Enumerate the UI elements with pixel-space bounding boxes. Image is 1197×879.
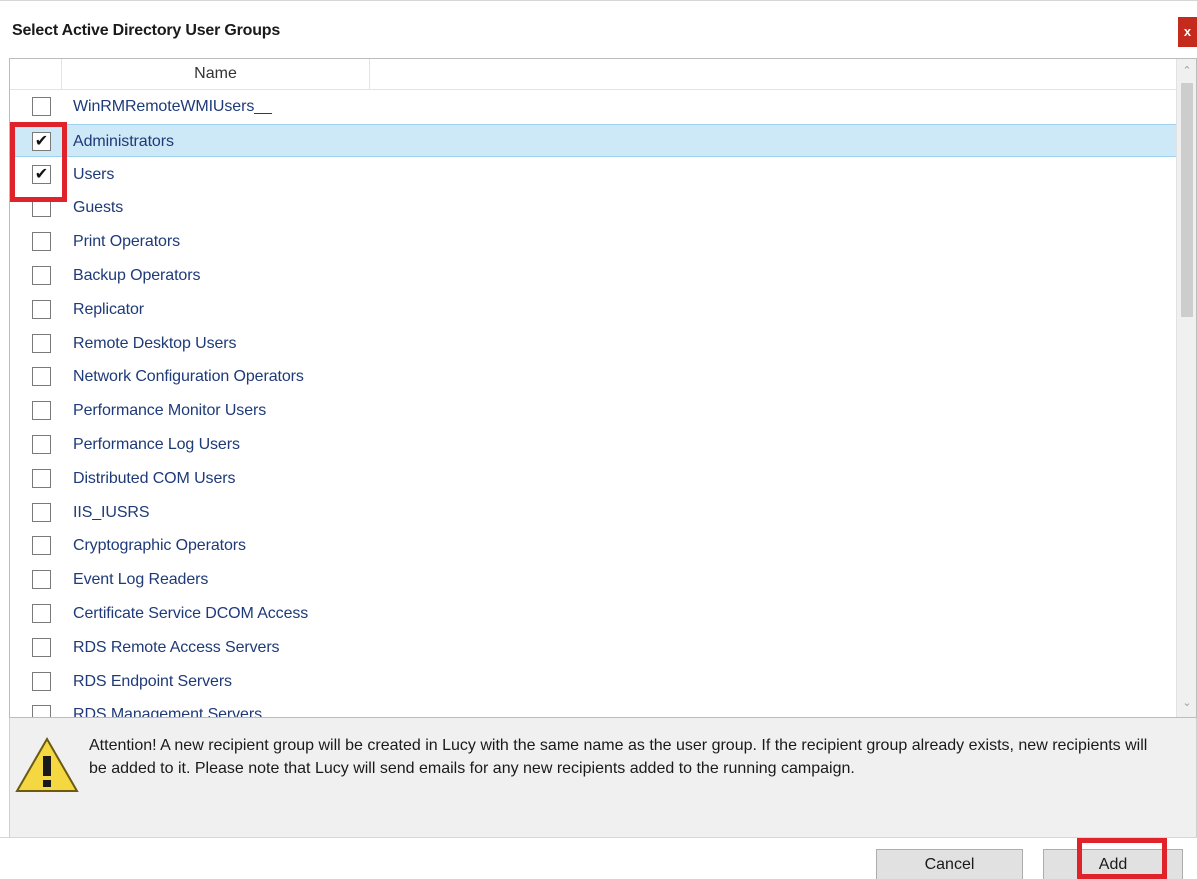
notice-text: Attention! A new recipient group will be…	[89, 737, 1148, 777]
checkbox[interactable]	[32, 570, 51, 590]
group-row[interactable]: Remote Desktop Users	[10, 327, 1176, 360]
checkbox[interactable]	[32, 468, 51, 488]
checkbox[interactable]	[32, 367, 51, 387]
group-row[interactable]: Distributed COM Users	[10, 462, 1176, 495]
group-name-label: Performance Monitor Users	[73, 402, 267, 420]
attention-notice: Attention! A new recipient group will be…	[9, 718, 1197, 837]
grid-header: Name	[10, 59, 1176, 90]
vertical-scrollbar[interactable]: ⌃ ⌄	[1176, 59, 1196, 717]
close-button[interactable]: x	[1178, 17, 1197, 47]
checkbox-checked[interactable]: ✔	[32, 131, 51, 151]
scroll-up-arrow-icon[interactable]: ⌃	[1177, 63, 1196, 79]
scroll-down-arrow-icon[interactable]: ⌄	[1177, 695, 1196, 711]
group-rows: WinRMRemoteWMIUsers__ ✔ Administrators ✔ Use…	[10, 90, 1176, 718]
group-row[interactable]: RDS Remote Access Servers	[10, 631, 1176, 664]
checkbox-column-header[interactable]	[10, 59, 62, 89]
group-row[interactable]: ✔ Administrators	[10, 123, 1176, 157]
name-column-header[interactable]: Name	[62, 59, 370, 89]
group-row[interactable]: Print Operators	[10, 225, 1176, 258]
title-bar: Select Active Directory User Groups x	[0, 0, 1197, 58]
group-row[interactable]: Backup Operators	[10, 259, 1176, 292]
checkbox[interactable]	[32, 435, 51, 454]
group-name-label: IIS_IUSRS	[73, 503, 150, 521]
group-name-label: Administrators	[73, 132, 174, 150]
checkbox[interactable]	[32, 671, 51, 691]
checkbox[interactable]	[32, 97, 51, 116]
group-row[interactable]: IIS_IUSRS	[10, 496, 1176, 529]
group-name-label: Network Configuration Operators	[73, 368, 304, 386]
checkbox[interactable]	[32, 401, 51, 421]
group-row[interactable]: Network Configuration Operators	[10, 360, 1176, 393]
groups-grid: Name WinRMRemoteWMIUsers__ ✔ Administrator…	[9, 58, 1197, 718]
group-name-label: Guests	[73, 199, 124, 217]
checkbox[interactable]	[32, 232, 51, 252]
group-name-label: Performance Log Users	[73, 436, 240, 453]
group-name-label: Remote Desktop Users	[73, 334, 237, 352]
group-row[interactable]: Cryptographic Operators	[10, 529, 1176, 562]
checkbox-checked[interactable]: ✔	[32, 164, 51, 184]
checkbox[interactable]	[32, 299, 51, 319]
dialog-footer: Cancel Add	[0, 837, 1197, 879]
group-row[interactable]: Performance Log Users	[10, 428, 1176, 461]
group-name-label: Replicator	[73, 300, 145, 318]
warning-icon	[15, 736, 79, 792]
group-name-label: Distributed COM Users	[73, 469, 236, 487]
checkbox[interactable]	[32, 604, 51, 623]
checkbox[interactable]	[32, 266, 51, 285]
group-name-label: RDS Remote Access Servers	[73, 638, 280, 656]
group-name-label: Cryptographic Operators	[73, 537, 246, 555]
cancel-button[interactable]: Cancel	[876, 849, 1023, 879]
group-row[interactable]: Replicator	[10, 293, 1176, 326]
group-name-label: Event Log Readers	[73, 571, 209, 589]
group-name-label: RDS Endpoint Servers	[73, 672, 232, 690]
group-name-label: Users	[73, 165, 115, 183]
select-ad-groups-dialog: Select Active Directory User Groups x Na…	[0, 0, 1197, 879]
group-row[interactable]: Certificate Service DCOM Access	[10, 597, 1176, 630]
group-row[interactable]: Guests	[10, 191, 1176, 224]
dialog-title: Select Active Directory User Groups	[12, 22, 281, 39]
group-name-label: Print Operators	[73, 233, 180, 251]
group-row[interactable]: RDS Endpoint Servers	[10, 665, 1176, 698]
checkbox[interactable]	[32, 536, 51, 556]
group-name-label: Backup Operators	[73, 267, 201, 284]
group-row[interactable]: Event Log Readers	[10, 563, 1176, 596]
group-row[interactable]: Performance Monitor Users	[10, 394, 1176, 427]
group-row[interactable]: RDS Management Servers	[10, 698, 1176, 718]
group-row[interactable]: ✔ Users	[10, 158, 1176, 191]
group-name-label: RDS Management Servers	[73, 706, 262, 718]
checkbox[interactable]	[32, 637, 51, 657]
group-row[interactable]: WinRMRemoteWMIUsers__	[10, 90, 1176, 123]
add-button[interactable]: Add	[1043, 849, 1183, 879]
group-name-label: WinRMRemoteWMIUsers__	[73, 98, 272, 115]
checkbox[interactable]	[32, 705, 51, 717]
group-name-label: Certificate Service DCOM Access	[73, 605, 309, 622]
scroll-thumb[interactable]	[1181, 83, 1193, 317]
checkbox[interactable]	[32, 198, 51, 218]
checkbox[interactable]	[32, 333, 51, 353]
checkbox[interactable]	[32, 502, 51, 522]
